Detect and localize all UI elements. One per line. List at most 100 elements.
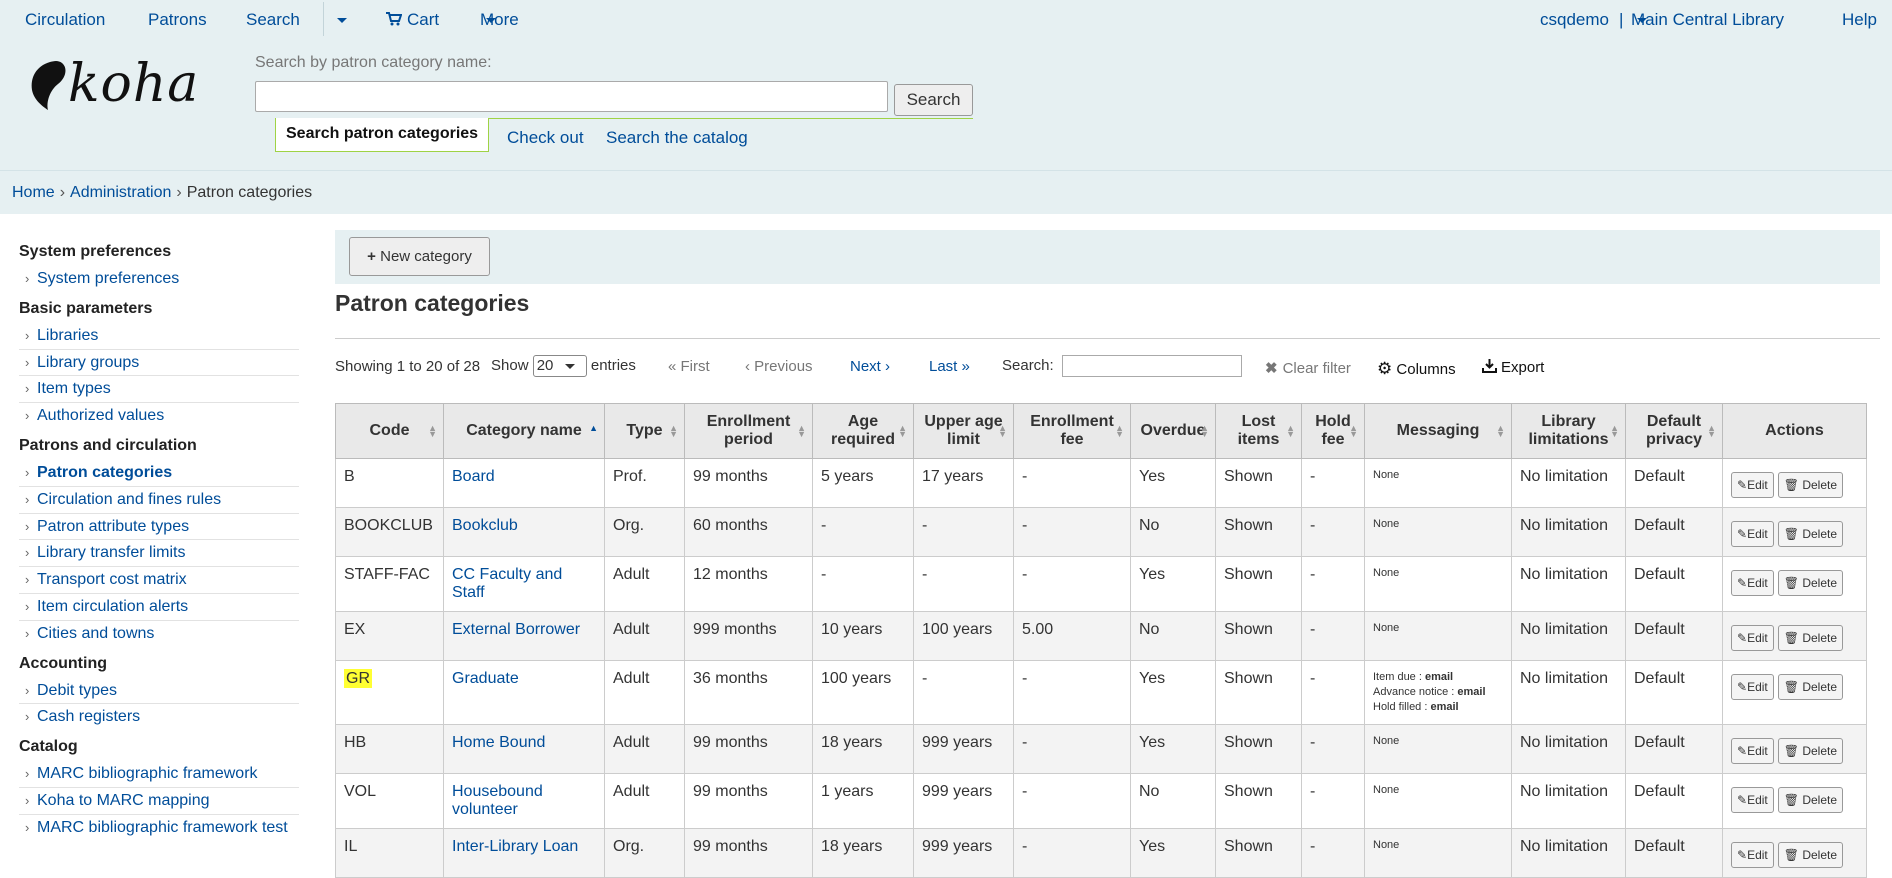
paginate-last[interactable]: Last » bbox=[929, 358, 970, 375]
sidebar-link[interactable]: Item types bbox=[37, 380, 111, 397]
edit-button[interactable]: ✎Edit bbox=[1731, 521, 1774, 547]
pencil-icon: ✎ bbox=[1737, 793, 1748, 807]
delete-button[interactable]: 🗑 Delete bbox=[1777, 472, 1844, 498]
search-dropdown-toggle[interactable] bbox=[337, 10, 347, 30]
category-name-link[interactable]: Home Bound bbox=[452, 734, 545, 751]
cell-upper: 100 years bbox=[913, 611, 1014, 661]
sidebar-link[interactable]: Koha to MARC mapping bbox=[37, 792, 210, 809]
delete-button[interactable]: 🗑 Delete bbox=[1777, 787, 1844, 813]
cell-fee: 5.00 bbox=[1013, 611, 1131, 661]
page-length-select[interactable]: 20 bbox=[532, 355, 587, 377]
column-header[interactable]: Overdue ▲ ▼ bbox=[1130, 403, 1216, 459]
sidebar-link[interactable]: Debit types bbox=[37, 682, 117, 699]
logged-in-user[interactable]: csqdemo bbox=[1540, 10, 1609, 30]
sidebar-link[interactable]: MARC bibliographic framework bbox=[37, 765, 258, 782]
sidebar-link[interactable]: Cities and towns bbox=[37, 625, 154, 642]
sidebar-link[interactable]: Patron attribute types bbox=[37, 518, 189, 535]
column-header[interactable]: Type ▲ ▼ bbox=[604, 403, 685, 459]
column-header[interactable]: Category name ▲ bbox=[443, 403, 605, 459]
sidebar-link[interactable]: Item circulation alerts bbox=[37, 598, 188, 615]
delete-button[interactable]: 🗑 Delete bbox=[1777, 842, 1844, 868]
cell-enrollment: 99 months bbox=[684, 773, 813, 829]
delete-button[interactable]: 🗑 Delete bbox=[1777, 738, 1844, 764]
breadcrumb-home[interactable]: Home bbox=[12, 184, 55, 201]
nav-cart[interactable]: Cart bbox=[386, 10, 439, 30]
breadcrumb-administration[interactable]: Administration bbox=[70, 184, 171, 201]
edit-button[interactable]: ✎Edit bbox=[1731, 570, 1774, 596]
nav-patrons[interactable]: Patrons bbox=[148, 10, 207, 30]
cell-type: Adult bbox=[604, 660, 685, 725]
column-header[interactable]: Upper age limit ▲ ▼ bbox=[913, 403, 1014, 459]
sidebar-link[interactable]: Library groups bbox=[37, 354, 139, 371]
tab-search-catalog[interactable]: Search the catalog bbox=[606, 128, 748, 148]
sidebar-link[interactable]: Library transfer limits bbox=[37, 544, 185, 561]
edit-button[interactable]: ✎Edit bbox=[1731, 472, 1774, 498]
column-header[interactable]: Age required ▲ ▼ bbox=[812, 403, 914, 459]
cell-upper: 999 years bbox=[913, 828, 1014, 878]
cell-value: 99 months bbox=[693, 783, 768, 800]
column-header[interactable]: Hold fee ▲ ▼ bbox=[1301, 403, 1365, 459]
column-header[interactable]: Messaging ▲ ▼ bbox=[1364, 403, 1512, 459]
sidebar-item: Item circulation alerts bbox=[19, 594, 299, 621]
clear-filter-button[interactable]: ✖ Clear filter bbox=[1265, 359, 1351, 377]
cell-actions: ✎Edit 🗑 Delete bbox=[1722, 828, 1867, 878]
edit-button[interactable]: ✎Edit bbox=[1731, 842, 1774, 868]
patron-category-search-input[interactable] bbox=[255, 81, 888, 112]
paginate-first[interactable]: « First bbox=[668, 358, 710, 375]
export-button[interactable]: Export bbox=[1482, 359, 1544, 376]
tab-check-out[interactable]: Check out bbox=[507, 128, 584, 148]
cell-lost: Shown bbox=[1215, 660, 1302, 725]
column-header[interactable]: Lost items ▲ ▼ bbox=[1215, 403, 1302, 459]
category-name-link[interactable]: CC Faculty and Staff bbox=[452, 566, 562, 601]
nav-circulation[interactable]: Circulation bbox=[25, 10, 105, 30]
cell-type: Adult bbox=[604, 724, 685, 774]
columns-button[interactable]: ⚙ Columns bbox=[1377, 359, 1456, 379]
column-header[interactable]: Default privacy ▲ ▼ bbox=[1625, 403, 1723, 459]
delete-button[interactable]: 🗑 Delete bbox=[1777, 625, 1844, 651]
delete-button[interactable]: 🗑 Delete bbox=[1777, 674, 1844, 700]
cell-upper: - bbox=[913, 556, 1014, 612]
column-header[interactable]: Library limitations ▲ ▼ bbox=[1511, 403, 1626, 459]
sidebar-link[interactable]: Patron categories bbox=[37, 464, 172, 481]
sidebar-link[interactable]: Libraries bbox=[37, 327, 98, 344]
tab-search-patron-categories[interactable]: Search patron categories bbox=[275, 118, 490, 152]
table-header-row: Code ▲ ▼ Category name ▲ Type ▲ ▼ Enrollment per… bbox=[335, 403, 1867, 459]
cell-value: Adult bbox=[613, 670, 650, 687]
sidebar-link[interactable]: Cash registers bbox=[37, 708, 140, 725]
category-name-link[interactable]: Graduate bbox=[452, 670, 519, 687]
edit-button[interactable]: ✎Edit bbox=[1731, 738, 1774, 764]
category-name-link[interactable]: Inter-Library Loan bbox=[452, 838, 578, 855]
sidebar-link[interactable]: Circulation and fines rules bbox=[37, 491, 221, 508]
table-search-input[interactable] bbox=[1061, 355, 1242, 377]
nav-help[interactable]: Help bbox=[1842, 10, 1877, 30]
paginate-previous[interactable]: ‹ Previous bbox=[745, 358, 813, 375]
koha-logo[interactable]: koha bbox=[28, 54, 214, 114]
double-chevron-right-icon: » bbox=[961, 358, 970, 375]
category-name-link[interactable]: Housebound volunteer bbox=[452, 783, 543, 818]
cell-value: - bbox=[1022, 734, 1028, 751]
category-name-link[interactable]: Board bbox=[452, 468, 495, 485]
edit-button[interactable]: ✎Edit bbox=[1731, 787, 1774, 813]
edit-button[interactable]: ✎Edit bbox=[1731, 674, 1774, 700]
delete-button[interactable]: 🗑 Delete bbox=[1777, 521, 1844, 547]
sidebar-item: Libraries bbox=[19, 323, 299, 350]
sidebar-link[interactable]: Transport cost matrix bbox=[37, 571, 187, 588]
search-button[interactable]: Search bbox=[894, 84, 973, 116]
nav-search[interactable]: Search bbox=[246, 10, 300, 30]
edit-button[interactable]: ✎Edit bbox=[1731, 625, 1774, 651]
category-name-link[interactable]: External Borrower bbox=[452, 621, 580, 638]
column-header[interactable]: Code ▲ ▼ bbox=[335, 403, 444, 459]
table-row: B Board Prof. 99 months 5 years 17 years - Yes S… bbox=[335, 458, 1867, 508]
sidebar-link[interactable]: MARC bibliographic framework test bbox=[37, 819, 288, 836]
paginate-next[interactable]: Next › bbox=[850, 358, 890, 375]
cell-value: No bbox=[1139, 621, 1160, 638]
column-header[interactable]: Enrollment period ▲ ▼ bbox=[684, 403, 813, 459]
sidebar-link[interactable]: System preferences bbox=[37, 270, 179, 287]
category-name-link[interactable]: Bookclub bbox=[452, 517, 518, 534]
sidebar-link[interactable]: Authorized values bbox=[37, 407, 164, 424]
new-category-button[interactable]: + New category bbox=[349, 237, 490, 276]
nav-more[interactable]: More bbox=[480, 10, 519, 30]
delete-button[interactable]: 🗑 Delete bbox=[1777, 570, 1844, 596]
column-header[interactable]: Enrollment fee ▲ ▼ bbox=[1013, 403, 1131, 459]
library-selector[interactable]: Main Central Library bbox=[1631, 10, 1784, 30]
